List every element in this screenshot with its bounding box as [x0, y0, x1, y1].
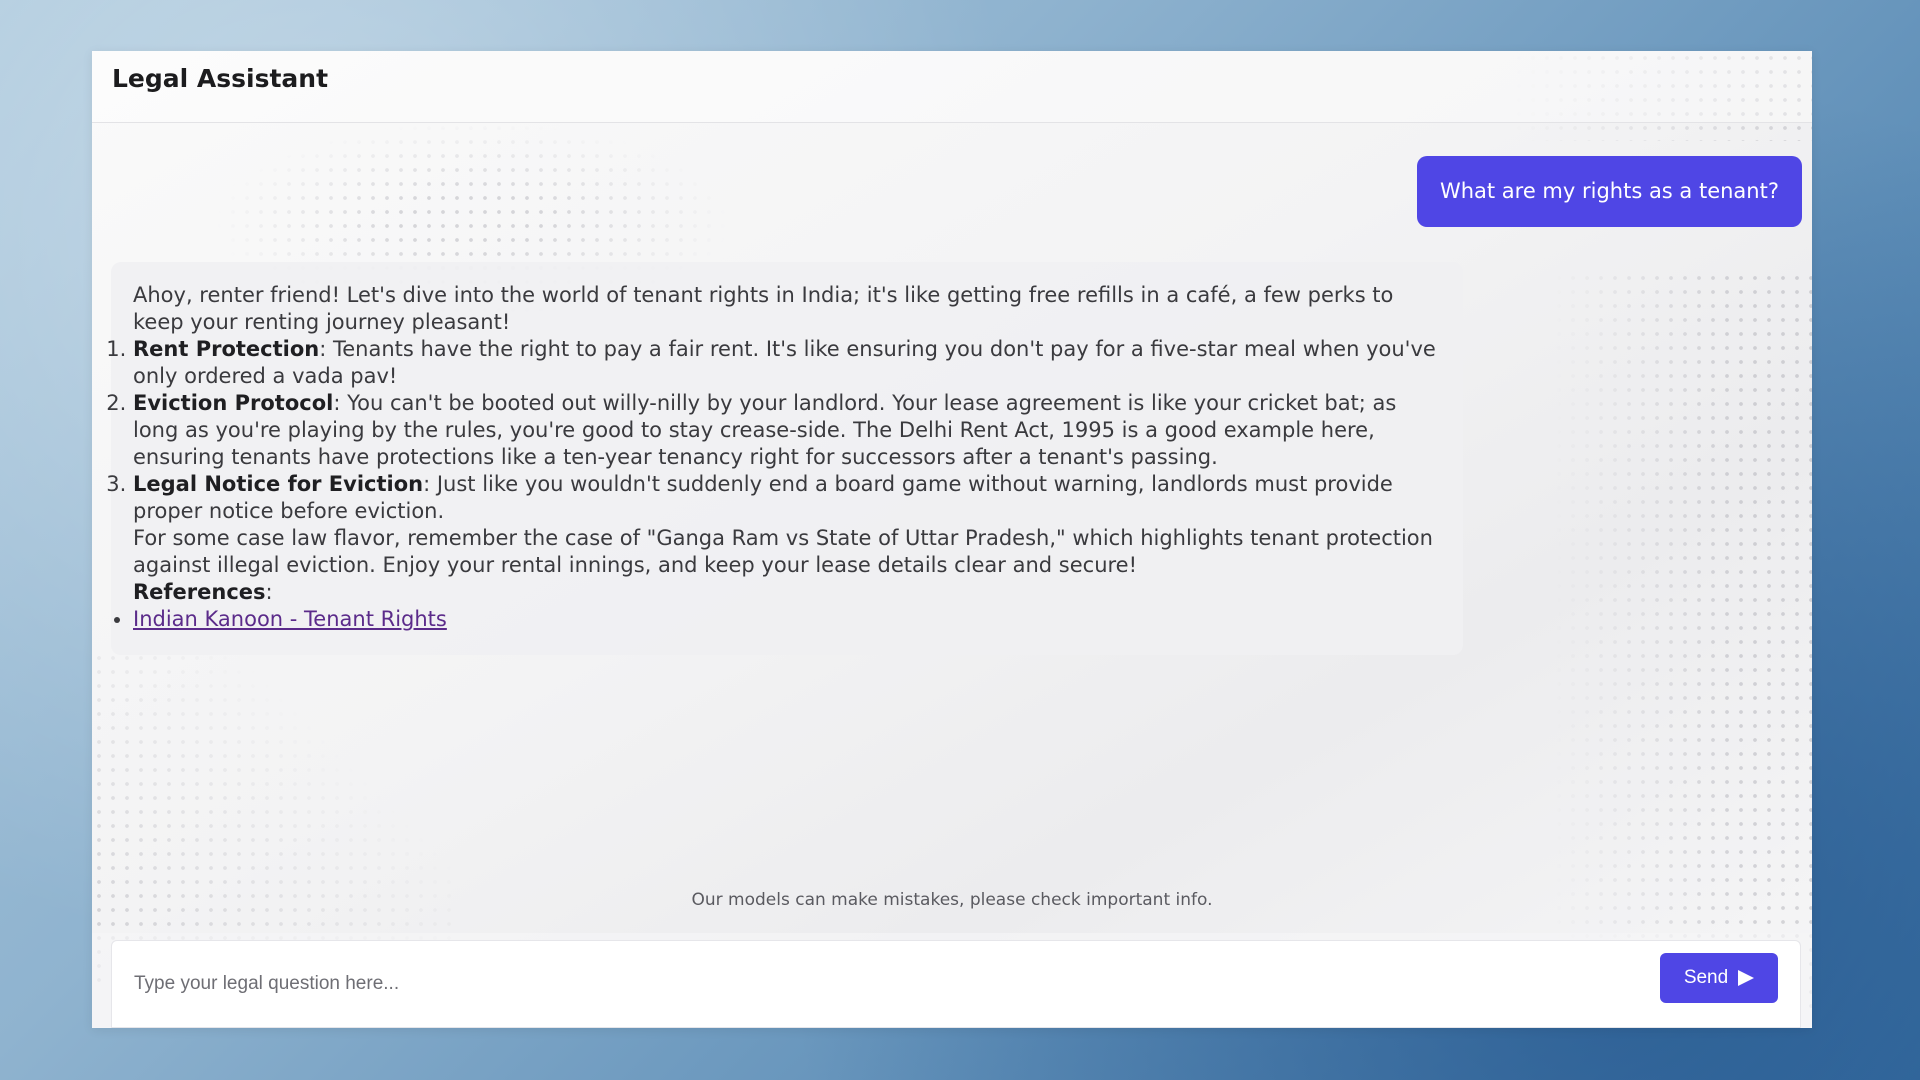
rights-list: Rent Protection: Tenants have the right … [133, 336, 1443, 525]
list-item: Indian Kanoon - Tenant Rights [133, 606, 1443, 633]
references-label: References [133, 580, 266, 604]
app-title: Legal Assistant [112, 64, 329, 93]
point-title: Rent Protection [133, 337, 320, 361]
case-law-paragraph: For some case law flavor, remember the c… [133, 526, 1433, 577]
list-item: Rent Protection: Tenants have the right … [133, 336, 1443, 390]
point-text: : Tenants have the right to pay a fair r… [133, 337, 1436, 388]
list-item: Legal Notice for Eviction: Just like you… [133, 471, 1443, 525]
send-label: Send [1683, 967, 1729, 988]
app-window: Legal Assistant What are my rights as a … [92, 51, 1812, 1028]
references-heading: References: [133, 579, 1443, 606]
user-message-bubble: What are my rights as a tenant? [1416, 156, 1802, 227]
send-button[interactable]: Send [1660, 953, 1778, 1003]
list-item: Eviction Protocol: You can't be booted o… [133, 390, 1443, 471]
composer-bar: Send [92, 933, 1812, 1028]
question-input[interactable] [132, 963, 1636, 1005]
references-list: Indian Kanoon - Tenant Rights [133, 606, 1443, 633]
assistant-message-bubble: Ahoy, renter friend! Let's dive into the… [111, 262, 1463, 655]
reference-link[interactable]: Indian Kanoon - Tenant Rights [133, 607, 447, 631]
send-arrow-icon [1738, 970, 1755, 986]
assistant-intro: Ahoy, renter friend! Let's dive into the… [133, 283, 1394, 334]
composer-box: Send [111, 940, 1801, 1028]
point-title: Legal Notice for Eviction [133, 472, 424, 496]
app-header: Legal Assistant [92, 51, 1812, 123]
point-title: Eviction Protocol [133, 391, 334, 415]
disclaimer-text: Our models can make mistakes, please che… [691, 890, 1213, 910]
references-suffix: : [265, 580, 273, 604]
